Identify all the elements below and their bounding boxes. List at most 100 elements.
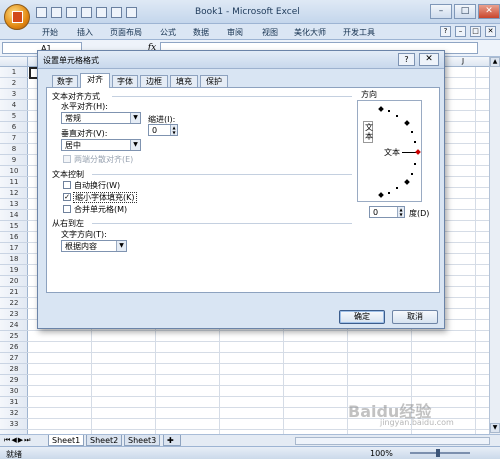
row-number[interactable]: 13	[0, 199, 28, 210]
dial-dot	[411, 173, 413, 175]
zoom-slider[interactable]	[410, 452, 470, 454]
customize-qat-icon[interactable]	[126, 7, 137, 18]
horizontal-align-select[interactable]: 常规 ▼	[61, 112, 141, 124]
redo-icon[interactable]	[66, 7, 77, 18]
vertical-align-select[interactable]: 居中 ▼	[61, 139, 141, 151]
text-direction-select[interactable]: 根据内容 ▼	[61, 240, 127, 252]
wrap-text-checkbox[interactable]	[63, 181, 71, 189]
row-number[interactable]: 4	[0, 100, 28, 111]
row-number[interactable]: 19	[0, 265, 28, 276]
close-workbook-icon[interactable]: ✕	[485, 26, 496, 37]
ok-button[interactable]: 确定	[339, 310, 385, 324]
row-number[interactable]: 20	[0, 276, 28, 287]
row-number[interactable]: 16	[0, 232, 28, 243]
row-number[interactable]: 8	[0, 144, 28, 155]
sheet-tab-2[interactable]: Sheet2	[86, 435, 123, 446]
first-sheet-icon[interactable]: ⏮	[4, 436, 10, 445]
row-number[interactable]: 32	[0, 408, 28, 419]
tab-formulas[interactable]: 公式	[160, 27, 176, 38]
vertical-text-toggle[interactable]: 文本	[363, 121, 373, 143]
zoom-level[interactable]: 100%	[370, 449, 393, 458]
orientation-box[interactable]: 文本 文本	[357, 100, 422, 202]
tab-review[interactable]: 审阅	[227, 27, 243, 38]
row-number[interactable]: 9	[0, 155, 28, 166]
row-number[interactable]: 18	[0, 254, 28, 265]
sheet-tab-3[interactable]: Sheet3	[124, 435, 161, 446]
row-number[interactable]: 27	[0, 353, 28, 364]
row-number[interactable]: 21	[0, 287, 28, 298]
status-text: 就绪	[6, 450, 22, 459]
zoom-slider-thumb[interactable]	[436, 449, 440, 457]
spinner-arrows-icon[interactable]: ▲ ▼	[170, 125, 177, 135]
dial-mark-45	[404, 120, 410, 126]
select-all-corner[interactable]	[0, 57, 28, 67]
save-icon[interactable]	[36, 7, 47, 18]
row-number[interactable]: 24	[0, 320, 28, 331]
horizontal-scrollbar[interactable]	[295, 437, 490, 445]
tab-view[interactable]: 视图	[262, 27, 278, 38]
maximize-button[interactable]: □	[454, 4, 476, 19]
tab-data[interactable]: 数据	[193, 27, 209, 38]
row-number[interactable]: 15	[0, 221, 28, 232]
open-icon[interactable]	[96, 7, 107, 18]
tab-insert[interactable]: 插入	[77, 27, 93, 38]
merge-cells-checkbox[interactable]	[63, 205, 71, 213]
tab-home[interactable]: 开始	[42, 27, 58, 38]
orientation-dial[interactable]: 文本	[376, 101, 422, 201]
minimize-button[interactable]: –	[430, 4, 452, 19]
next-sheet-icon[interactable]: ▶	[18, 436, 23, 445]
dial-mark-90	[378, 106, 384, 112]
row-number[interactable]: 29	[0, 375, 28, 386]
dial-handle[interactable]	[415, 149, 421, 155]
scroll-up-icon[interactable]: ▲	[490, 57, 500, 67]
shrink-to-fit-text: 缩小字体填充(K)	[73, 192, 137, 203]
row-number[interactable]: 2	[0, 78, 28, 89]
indent-spinner[interactable]: 0 ▲ ▼	[148, 124, 178, 136]
scroll-down-icon[interactable]: ▼	[490, 423, 500, 433]
undo-icon[interactable]	[51, 7, 62, 18]
sheet-tab-1[interactable]: Sheet1	[48, 435, 85, 446]
row-number[interactable]: 26	[0, 342, 28, 353]
tab-developer[interactable]: 开发工具	[343, 27, 375, 38]
tab-page-layout[interactable]: 页面布局	[110, 27, 142, 38]
restore-icon[interactable]: □	[470, 26, 481, 37]
row-number[interactable]: 28	[0, 364, 28, 375]
minimize-ribbon-icon[interactable]: –	[455, 26, 466, 37]
row-number[interactable]: 14	[0, 210, 28, 221]
degree-spinner[interactable]: 0 ▲ ▼	[369, 206, 405, 218]
justify-distributed-label: 两端分散对齐(E)	[74, 155, 134, 164]
vertical-scrollbar[interactable]: ▲ ▼	[489, 57, 500, 434]
dialog-help-button[interactable]: ?	[398, 53, 415, 66]
dialog-close-button[interactable]: ✕	[419, 53, 439, 66]
row-number[interactable]: 17	[0, 243, 28, 254]
spinner-arrows-icon[interactable]: ▲ ▼	[397, 207, 404, 217]
row-number[interactable]: 5	[0, 111, 28, 122]
row-number[interactable]: 22	[0, 298, 28, 309]
row-number[interactable]: 31	[0, 397, 28, 408]
row-number[interactable]: 33	[0, 419, 28, 430]
office-button[interactable]	[4, 4, 30, 30]
row-number[interactable]: 1	[0, 67, 28, 78]
close-button[interactable]: ✕	[478, 4, 500, 19]
new-icon[interactable]	[111, 7, 122, 18]
cancel-button[interactable]: 取消	[392, 310, 438, 324]
row-number[interactable]: 25	[0, 331, 28, 342]
prev-sheet-icon[interactable]: ◀	[11, 436, 16, 445]
row-number[interactable]: 10	[0, 166, 28, 177]
row-number[interactable]: 30	[0, 386, 28, 397]
row-number[interactable]: 3	[0, 89, 28, 100]
tab-alignment[interactable]: 对齐	[80, 73, 110, 88]
print-icon[interactable]	[81, 7, 92, 18]
insert-sheet-icon[interactable]: ✚	[163, 435, 181, 446]
row-number[interactable]: 6	[0, 122, 28, 133]
row-number[interactable]: 23	[0, 309, 28, 320]
tab-beautify-master[interactable]: 美化大师	[294, 27, 326, 38]
row-number[interactable]: 7	[0, 133, 28, 144]
dialog-title-bar[interactable]: 设置单元格格式 ? ✕	[38, 51, 444, 69]
row-number[interactable]: 11	[0, 177, 28, 188]
ribbon-tabs: 开始 插入 页面布局 公式 数据 审阅 视图 美化大师 开发工具 ? – □ ✕	[0, 24, 500, 40]
row-number[interactable]: 12	[0, 188, 28, 199]
help-icon[interactable]: ?	[440, 26, 451, 37]
last-sheet-icon[interactable]: ⏭	[24, 436, 30, 445]
shrink-to-fit-checkbox[interactable]: ✓	[63, 193, 71, 201]
